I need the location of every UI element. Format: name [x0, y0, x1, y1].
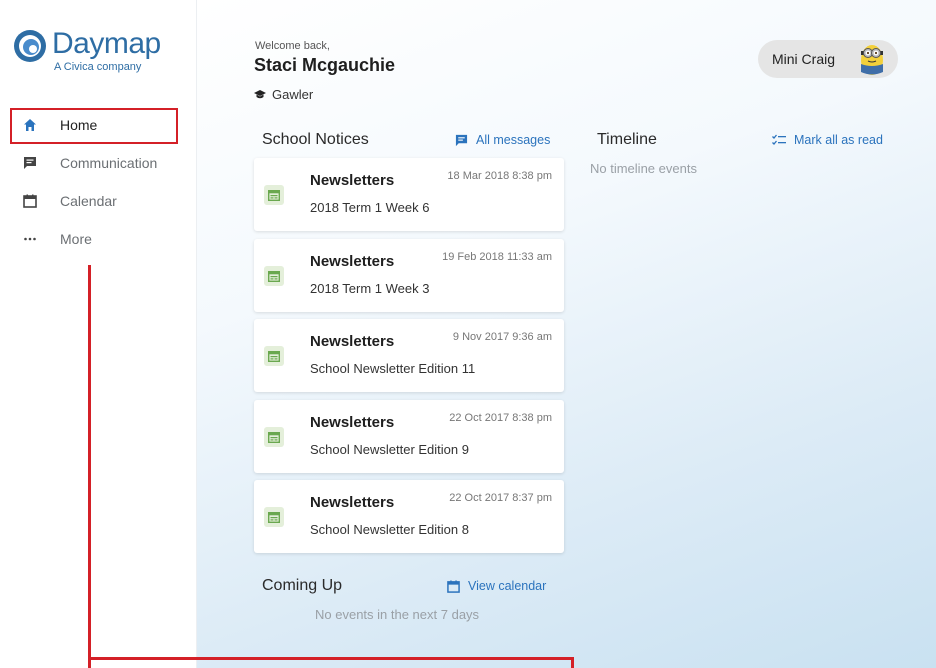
graduation-cap-icon: [254, 89, 266, 100]
sidebar-item-label: Calendar: [60, 193, 117, 209]
notice-card[interactable]: Newsletters 19 Feb 2018 11:33 am 2018 Te…: [254, 239, 564, 312]
checklist-icon: [772, 134, 786, 146]
user-chip-name: Mini Craig: [772, 51, 836, 67]
timeline-title: Timeline: [597, 131, 657, 148]
calendar-icon: [22, 193, 38, 209]
notice-date: 9 Nov 2017 9:36 am: [452, 331, 552, 343]
newsletter-icon: [264, 185, 284, 205]
school-label: Gawler: [254, 87, 313, 102]
sidebar-item-more[interactable]: More: [0, 220, 196, 258]
notice-date: 22 Oct 2017 8:37 pm: [449, 492, 552, 504]
more-dots-icon: [22, 231, 38, 247]
notice-title: Newsletters: [310, 494, 395, 511]
notice-card[interactable]: Newsletters 22 Oct 2017 8:37 pm School N…: [254, 480, 564, 553]
avatar: [861, 45, 883, 75]
notice-subtitle: School Newsletter Edition 9: [310, 442, 469, 457]
sidebar-item-communication[interactable]: Communication: [0, 144, 196, 182]
brand-name: Daymap: [52, 27, 161, 60]
view-calendar-link[interactable]: View calendar: [447, 579, 546, 593]
sidebar-item-label: More: [60, 231, 92, 247]
calendar-icon: [447, 579, 460, 593]
newsletter-icon: [264, 346, 284, 366]
coming-up-empty: No events in the next 7 days: [315, 607, 480, 622]
welcome-text: Welcome back,: [255, 40, 330, 52]
school-notices-title: School Notices: [262, 131, 369, 148]
notice-title: Newsletters: [310, 333, 395, 350]
notice-title: Newsletters: [310, 253, 395, 270]
notice-title: Newsletters: [310, 414, 395, 431]
message-icon: [22, 155, 38, 171]
notice-date: 18 Mar 2018 8:38 pm: [447, 170, 552, 182]
all-messages-label: All messages: [476, 133, 551, 147]
sidebar-item-calendar[interactable]: Calendar: [0, 182, 196, 220]
newsletter-icon: [264, 266, 284, 286]
main-content: Welcome back, Staci Mcgauchie Gawler Min…: [197, 0, 936, 668]
mark-all-read-link[interactable]: Mark all as read: [772, 133, 883, 147]
notice-date: 19 Feb 2018 11:33 am: [442, 251, 552, 263]
mark-all-read-label: Mark all as read: [794, 133, 883, 147]
notice-subtitle: School Newsletter Edition 8: [310, 522, 469, 537]
brand-tagline: A Civica company: [54, 61, 142, 73]
daymap-logo-icon: [14, 30, 46, 62]
notice-card[interactable]: Newsletters 22 Oct 2017 8:38 pm School N…: [254, 400, 564, 473]
user-name: Staci Mcgauchie: [254, 55, 396, 75]
coming-up-title: Coming Up: [262, 577, 343, 594]
notice-card[interactable]: Newsletters 18 Mar 2018 8:38 pm 2018 Ter…: [254, 158, 564, 231]
notice-card[interactable]: Newsletters 9 Nov 2017 9:36 am School Ne…: [254, 319, 564, 392]
notice-subtitle: 2018 Term 1 Week 6: [310, 200, 430, 215]
all-messages-link[interactable]: All messages: [455, 133, 550, 147]
notice-date: 22 Oct 2017 8:38 pm: [449, 412, 552, 424]
user-chip[interactable]: Mini Craig: [758, 40, 898, 78]
newsletter-icon: [264, 427, 284, 447]
home-highlight-annotation: [10, 108, 178, 144]
notice-title: Newsletters: [310, 172, 395, 189]
sidebar-item-label: Communication: [60, 155, 158, 171]
notice-subtitle: School Newsletter Edition 11: [310, 361, 476, 376]
annotation-line-vertical-right: [571, 657, 574, 668]
annotation-line-horizontal: [88, 657, 574, 660]
newsletter-icon: [264, 507, 284, 527]
daymap-logo[interactable]: Daymap A Civica company: [12, 26, 172, 78]
message-icon: [455, 134, 468, 147]
view-calendar-label: View calendar: [468, 579, 547, 593]
annotation-line-vertical: [88, 265, 91, 668]
notice-subtitle: 2018 Term 1 Week 3: [310, 281, 430, 296]
sidebar: Daymap A Civica company Home Communicati…: [0, 0, 197, 668]
timeline-empty: No timeline events: [590, 161, 697, 176]
school-name: Gawler: [272, 87, 314, 102]
